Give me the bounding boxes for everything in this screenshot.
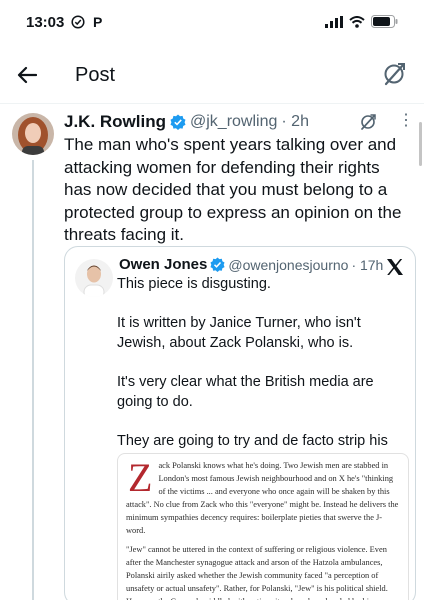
battery-icon xyxy=(371,15,398,28)
article-paragraph-2: "Jew" cannot be uttered in the context o… xyxy=(126,545,388,600)
thread-connector-line xyxy=(32,160,34,600)
scrollbar[interactable] xyxy=(419,122,422,166)
article-screenshot-image[interactable]: Z ack Polanski knows what he's doing. Tw… xyxy=(117,453,409,600)
author-avatar[interactable] xyxy=(12,113,54,155)
quoted-tweet-card[interactable]: Owen Jones @owenjonesjourno · 17h This p… xyxy=(64,246,416,600)
top-bar: Post xyxy=(0,48,424,102)
header-divider xyxy=(0,103,424,104)
quoted-author-handle[interactable]: @owenjonesjourno xyxy=(228,257,348,273)
author-handle[interactable]: @jk_rowling xyxy=(190,113,277,131)
avatar-photo xyxy=(12,113,54,155)
tweet-time[interactable]: · 2h xyxy=(281,113,309,131)
signal-icon xyxy=(325,15,343,28)
verified-badge-icon xyxy=(170,114,186,130)
carrier-letter: P xyxy=(93,14,103,30)
status-system-icons xyxy=(325,15,398,28)
grok-icon xyxy=(384,63,405,86)
author-name[interactable]: J.K. Rowling xyxy=(64,112,166,132)
grok-icon xyxy=(361,114,376,130)
status-notifications: P xyxy=(71,14,102,30)
page-title: Post xyxy=(75,64,116,86)
more-button[interactable]: ⋮ xyxy=(398,112,414,132)
status-time: 13:03 xyxy=(26,14,65,31)
verified-badge-icon xyxy=(210,257,225,272)
grok-explain-button[interactable] xyxy=(358,112,378,132)
quoted-author-avatar[interactable] xyxy=(75,259,113,297)
article-dropcap: Z xyxy=(128,455,153,500)
status-bar: 13:03 P xyxy=(0,0,424,46)
quoted-author-name[interactable]: Owen Jones xyxy=(119,256,207,273)
more-icon: ⋮ xyxy=(398,112,414,129)
wifi-icon xyxy=(349,15,365,28)
do-not-disturb-icon xyxy=(71,15,85,29)
back-arrow-icon xyxy=(17,66,37,84)
back-button[interactable] xyxy=(12,62,42,88)
article-paragraph-1: ack Polanski knows what he's doing. Two … xyxy=(126,461,399,535)
quoted-paragraph: This piece is disgusting. xyxy=(117,276,271,292)
tweet-text: The man who's spent years talking over a… xyxy=(64,135,402,244)
quoted-author-row: Owen Jones @owenjonesjourno · 17h xyxy=(119,256,383,273)
quoted-paragraph: It is written by Janice Turner, who isn'… xyxy=(117,315,361,351)
quoted-tweet-time[interactable]: · 17h xyxy=(351,257,383,273)
quoted-paragraph: It's very clear what the British media a… xyxy=(117,374,374,410)
grok-button[interactable] xyxy=(380,60,410,90)
avatar-photo xyxy=(75,259,113,297)
